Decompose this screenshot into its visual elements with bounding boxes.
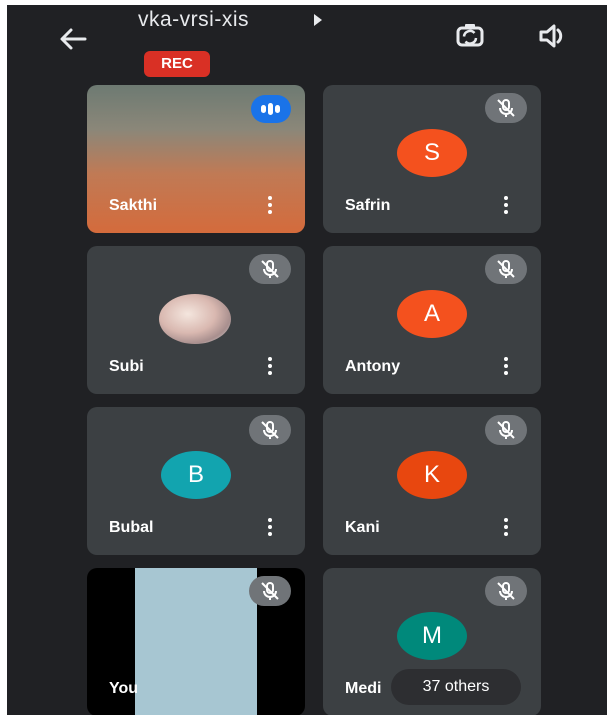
meet-screen: vka-vrsi-xis REC Sakthi S Safrin Subi A … — [7, 5, 607, 715]
more-vert-icon[interactable] — [501, 515, 511, 539]
more-vert-icon[interactable] — [265, 193, 275, 217]
switch-camera-icon[interactable] — [453, 19, 487, 53]
participant-name: Antony — [345, 358, 401, 375]
mic-off-icon — [249, 415, 291, 445]
participant-tile-subi[interactable]: Subi — [87, 246, 305, 394]
participant-name: You — [109, 680, 139, 697]
avatar-initial: K — [397, 451, 467, 499]
more-vert-icon[interactable] — [265, 354, 275, 378]
mic-off-icon — [485, 254, 527, 284]
more-vert-icon[interactable] — [501, 354, 511, 378]
participant-tile-safrin[interactable]: S Safrin — [323, 85, 541, 233]
participant-name: Kani — [345, 519, 380, 536]
avatar-initial: A — [397, 290, 467, 338]
participant-tile-you[interactable]: You — [87, 568, 305, 715]
participant-name: Medi — [345, 680, 382, 697]
avatar-initial: M — [397, 612, 467, 660]
arrow-left-icon[interactable] — [55, 23, 91, 55]
mic-off-icon — [485, 415, 527, 445]
mic-off-icon — [485, 576, 527, 606]
recording-badge: REC — [144, 51, 210, 77]
more-vert-icon[interactable] — [265, 515, 275, 539]
participant-name: Subi — [109, 358, 144, 375]
more-vert-icon[interactable] — [501, 193, 511, 217]
participant-tile-kani[interactable]: K Kani — [323, 407, 541, 555]
participant-tile-antony[interactable]: A Antony — [323, 246, 541, 394]
mic-off-icon — [485, 93, 527, 123]
participant-name: Safrin — [345, 197, 391, 214]
others-count-button[interactable]: 37 others — [391, 669, 521, 705]
profile-photo-avatar — [159, 294, 231, 344]
participant-name: Sakthi — [109, 197, 158, 214]
participant-tile-sakthi[interactable]: Sakthi — [87, 85, 305, 233]
avatar-initial: S — [397, 129, 467, 177]
meeting-code[interactable]: vka-vrsi-xis — [138, 8, 249, 32]
mic-off-icon — [249, 254, 291, 284]
mic-off-icon — [249, 576, 291, 606]
participant-tile-bubal[interactable]: B Bubal — [87, 407, 305, 555]
speaking-indicator-icon — [251, 95, 291, 123]
avatar-initial: B — [161, 451, 231, 499]
speaker-icon[interactable] — [535, 19, 569, 53]
caret-right-icon[interactable] — [314, 14, 322, 26]
top-bar: vka-vrsi-xis REC — [7, 5, 607, 85]
participant-name: Bubal — [109, 519, 154, 536]
